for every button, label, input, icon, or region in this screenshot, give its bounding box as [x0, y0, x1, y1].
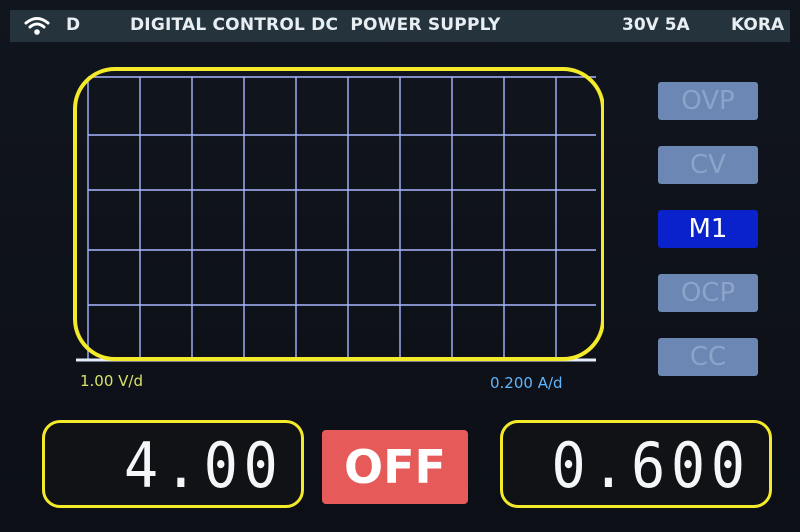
graph-highlight-outline: [73, 67, 604, 361]
voltage-readout[interactable]: 4.00: [42, 420, 304, 508]
power-supply-screen: D DIGITAL CONTROL DC POWER SUPPLY 30V 5A…: [0, 0, 800, 532]
rating-label: 30V 5A: [622, 15, 690, 35]
wifi-icon: [24, 17, 50, 35]
graph-grid: [87, 76, 596, 361]
m1-button[interactable]: M1: [658, 210, 758, 248]
brand-label: KORA: [731, 15, 785, 35]
status-bar: D DIGITAL CONTROL DC POWER SUPPLY 30V 5A…: [10, 10, 790, 42]
voltage-scale-label: 1.00 V/d: [80, 372, 144, 390]
current-readout[interactable]: 0.600: [500, 420, 772, 508]
cv-button[interactable]: CV: [658, 146, 758, 184]
device-title: DIGITAL CONTROL DC POWER SUPPLY: [130, 15, 501, 35]
waveform-graph: [73, 67, 604, 362]
ovp-button[interactable]: OVP: [658, 82, 758, 120]
output-toggle-button[interactable]: OFF: [322, 430, 468, 504]
voltage-value: 4.00: [123, 429, 283, 502]
current-scale-label: 0.200 A/d: [490, 374, 563, 392]
current-value: 0.600: [551, 429, 751, 502]
mode-indicator: D: [66, 15, 81, 35]
ocp-button[interactable]: OCP: [658, 274, 758, 312]
cc-button[interactable]: CC: [658, 338, 758, 376]
